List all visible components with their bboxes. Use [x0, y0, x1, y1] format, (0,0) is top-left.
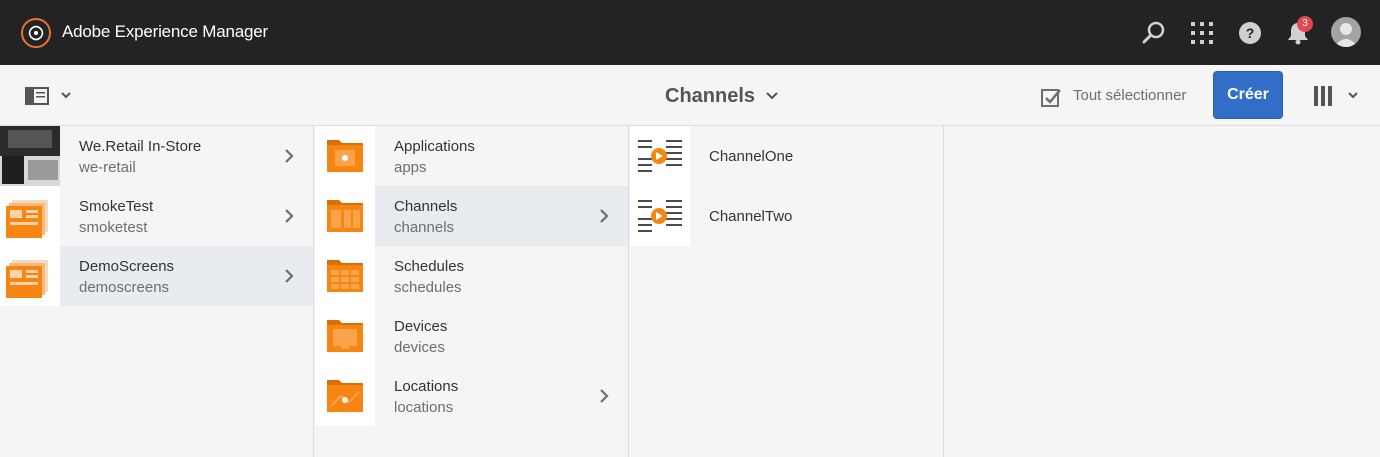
user-icon	[1334, 23, 1358, 47]
item-title: ChannelOne	[709, 148, 794, 165]
item-title: ChannelTwo	[709, 208, 793, 225]
chevron-right-icon[interactable]	[598, 208, 610, 224]
column-2: Applications apps Channels channels Sche…	[315, 126, 629, 457]
list-item[interactable]: Locations locations	[315, 366, 628, 426]
item-name: apps	[394, 159, 427, 176]
list-item[interactable]: We.Retail In-Store we-retail	[0, 126, 313, 186]
item-title: SmokeTest	[79, 198, 154, 215]
item-name: we-retail	[79, 159, 136, 176]
app-title[interactable]: Adobe Experience Manager	[62, 22, 268, 42]
search-icon[interactable]	[1141, 20, 1167, 46]
apps-grid-icon[interactable]	[1189, 20, 1215, 46]
svg-text:?: ?	[1246, 25, 1255, 41]
item-name: devices	[394, 339, 445, 356]
item-name: locations	[394, 399, 454, 416]
item-name: channels	[394, 219, 455, 236]
item-title: Schedules	[394, 258, 465, 275]
checkbox-select-icon	[1041, 89, 1061, 107]
select-all-label: Tout sélectionner	[1073, 87, 1187, 104]
action-bar: Channels Tout sélectionner Créer	[0, 65, 1380, 126]
item-title: Locations	[394, 378, 459, 395]
create-button[interactable]: Créer	[1213, 71, 1283, 119]
list-item[interactable]: SmokeTest smoketest	[0, 186, 313, 246]
list-item[interactable]: DemoScreens demoscreens	[0, 246, 313, 306]
list-item[interactable]: Channels channels	[315, 186, 628, 246]
list-item[interactable]: Devices devices	[315, 306, 628, 366]
help-icon[interactable]: ?	[1237, 20, 1263, 46]
shell-bar: Adobe Experience Manager ? 3	[0, 0, 1380, 65]
item-title: Applications	[394, 138, 475, 155]
thumbnail-image	[0, 126, 60, 186]
list-item[interactable]: ChannelTwo	[630, 186, 943, 246]
column-1: We.Retail In-Store we-retail SmokeTest s…	[0, 126, 314, 457]
item-name: smoketest	[79, 219, 148, 236]
item-name: demoscreens	[79, 279, 170, 296]
user-avatar[interactable]	[1331, 17, 1361, 47]
chevron-right-icon[interactable]	[283, 268, 295, 284]
list-item[interactable]: ChannelOne	[630, 126, 943, 186]
schedules-folder-icon	[315, 246, 375, 306]
apps-folder-icon	[315, 126, 375, 186]
channels-folder-icon	[315, 186, 375, 246]
view-switcher[interactable]	[1313, 84, 1363, 108]
devices-folder-icon	[315, 306, 375, 366]
rail-toggle-button[interactable]	[20, 81, 78, 111]
chevron-right-icon[interactable]	[283, 148, 295, 164]
thumbnail-image	[0, 186, 60, 246]
chevron-right-icon[interactable]	[283, 208, 295, 224]
list-item[interactable]: Applications apps	[315, 126, 628, 186]
notification-badge: 3	[1297, 16, 1313, 32]
channel-icon	[630, 126, 690, 186]
item-title: Devices	[394, 318, 448, 335]
locations-folder-icon	[315, 366, 375, 426]
column-3: ChannelOne ChannelTwo	[630, 126, 944, 457]
page-title[interactable]: Channels	[665, 85, 755, 108]
column-4-empty	[945, 126, 1380, 457]
side-panel-icon	[25, 87, 71, 105]
aem-logo-icon[interactable]	[20, 17, 52, 49]
column-view-icon	[1314, 86, 1358, 106]
item-title: DemoScreens	[79, 258, 175, 275]
select-all-button[interactable]: Tout sélectionner	[1038, 84, 1198, 110]
list-item[interactable]: Schedules schedules	[315, 246, 628, 306]
channel-icon	[630, 186, 690, 246]
item-name: schedules	[394, 279, 462, 296]
thumbnail-image	[0, 246, 60, 306]
chevron-right-icon[interactable]	[598, 388, 610, 404]
item-title: Channels	[394, 198, 458, 215]
chevron-down-icon[interactable]	[766, 90, 778, 102]
item-title: We.Retail In-Store	[79, 138, 202, 155]
